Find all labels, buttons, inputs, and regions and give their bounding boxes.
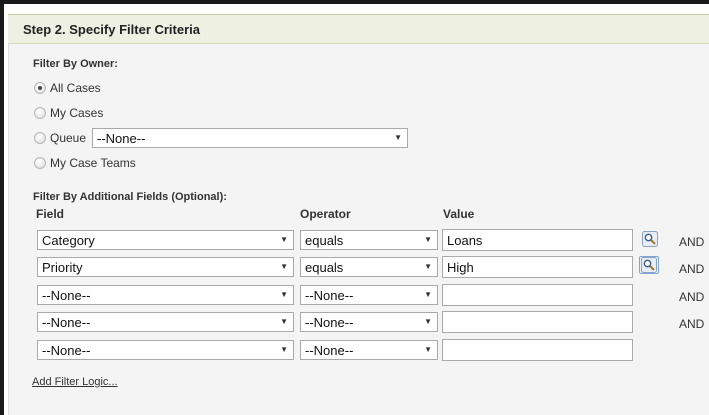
add-filter-logic-link[interactable]: Add Filter Logic...: [32, 376, 118, 388]
operator-select[interactable]: equals ▼: [300, 257, 438, 277]
operator-select-value: equals: [305, 260, 344, 275]
operator-select-value: --None--: [305, 288, 354, 303]
column-header-operator: Operator: [300, 207, 351, 221]
field-select[interactable]: Priority ▼: [37, 257, 294, 277]
dropdown-arrow-icon: ▼: [394, 133, 402, 142]
field-select-value: --None--: [42, 288, 91, 303]
conjunction-label: AND: [679, 235, 705, 249]
value-input[interactable]: High: [442, 256, 633, 278]
radio-button-icon[interactable]: [34, 157, 46, 169]
field-select[interactable]: --None-- ▼: [37, 340, 294, 360]
radio-all-cases[interactable]: All Cases: [34, 80, 101, 96]
operator-select[interactable]: --None-- ▼: [300, 312, 438, 332]
radio-label: My Case Teams: [50, 156, 136, 170]
conjunction-label: AND: [679, 317, 705, 331]
value-input[interactable]: [442, 311, 633, 333]
radio-button-icon[interactable]: [34, 107, 46, 119]
radio-queue[interactable]: Queue: [34, 130, 86, 146]
radio-my-cases[interactable]: My Cases: [34, 105, 103, 121]
dropdown-arrow-icon: ▼: [280, 317, 288, 326]
operator-select[interactable]: --None-- ▼: [300, 340, 438, 360]
radio-label: My Cases: [50, 106, 104, 120]
value-input[interactable]: Loans: [442, 229, 633, 251]
step-header: Step 2. Specify Filter Criteria: [8, 14, 709, 44]
dropdown-arrow-icon: ▼: [424, 290, 432, 299]
radio-my-case-teams[interactable]: My Case Teams: [34, 155, 136, 171]
column-header-value: Value: [443, 207, 475, 221]
lookup-button[interactable]: [639, 256, 659, 274]
owner-filter-label: Filter By Owner:: [33, 58, 118, 70]
conjunction-label: AND: [679, 290, 705, 304]
field-select-value: --None--: [42, 343, 91, 358]
operator-select-value: equals: [305, 233, 344, 248]
value-input[interactable]: [442, 339, 633, 361]
operator-select[interactable]: equals ▼: [300, 230, 438, 250]
field-select[interactable]: --None-- ▼: [37, 312, 294, 332]
column-header-field: Field: [36, 207, 65, 221]
dropdown-arrow-icon: ▼: [280, 290, 288, 299]
operator-select-value: --None--: [305, 315, 354, 330]
dropdown-arrow-icon: ▼: [280, 262, 288, 271]
field-select-value: Priority: [42, 260, 83, 275]
operator-select-value: --None--: [305, 343, 354, 358]
dropdown-arrow-icon: ▼: [424, 235, 432, 244]
additional-filter-label: Filter By Additional Fields (Optional):: [33, 191, 227, 203]
field-select-value: --None--: [42, 315, 91, 330]
value-input[interactable]: [442, 284, 633, 306]
radio-label: Queue: [50, 131, 87, 145]
field-select[interactable]: Category ▼: [37, 230, 294, 250]
radio-label: All Cases: [50, 81, 101, 95]
field-select-value: Category: [42, 233, 95, 248]
dropdown-arrow-icon: ▼: [280, 345, 288, 354]
field-select[interactable]: --None-- ▼: [37, 285, 294, 305]
radio-button-icon[interactable]: [34, 132, 46, 144]
dropdown-arrow-icon: ▼: [424, 317, 432, 326]
queue-select-value: --None--: [97, 131, 146, 146]
operator-select[interactable]: --None-- ▼: [300, 285, 438, 305]
dropdown-arrow-icon: ▼: [424, 345, 432, 354]
queue-select[interactable]: --None-- ▼: [92, 128, 408, 148]
dropdown-arrow-icon: ▼: [424, 262, 432, 271]
lookup-button[interactable]: [640, 230, 660, 248]
radio-button-icon[interactable]: [34, 82, 46, 94]
dropdown-arrow-icon: ▼: [280, 235, 288, 244]
magnifier-lookup-icon: [641, 257, 657, 273]
conjunction-label: AND: [679, 262, 705, 276]
magnifier-lookup-icon: [642, 231, 658, 247]
